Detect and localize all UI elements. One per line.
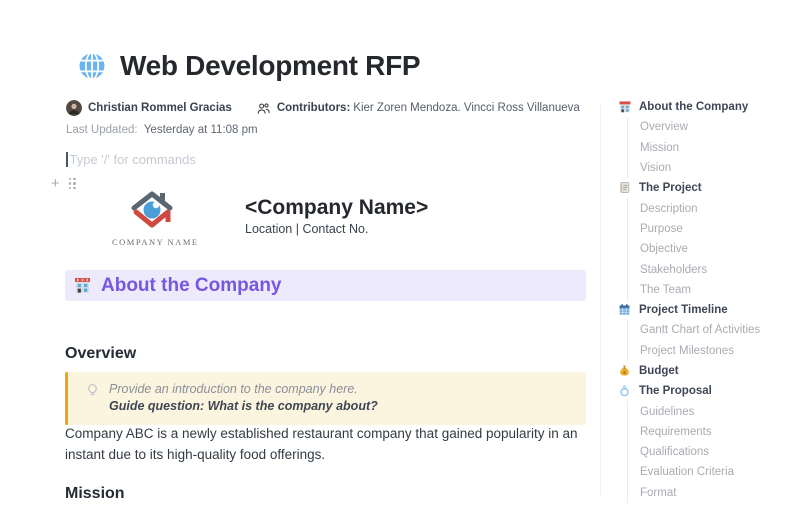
moneybag-icon: $: [618, 364, 632, 378]
people-icon: [256, 101, 271, 116]
meta-row: Christian Rommel Gracias Contributors: K…: [66, 100, 580, 116]
company-name-text: <Company Name>: [245, 196, 428, 220]
lightbulb-icon: [86, 383, 99, 396]
toc-item-objective[interactable]: Objective: [627, 239, 796, 259]
store-icon: [618, 100, 632, 114]
toc-item-stakeholders[interactable]: Stakeholders: [627, 259, 796, 279]
contributors-label: Contributors:: [277, 102, 350, 114]
company-logo-block: COMPANY NAME: [112, 188, 192, 247]
ring-icon: [618, 384, 632, 398]
block-tools: +: [51, 176, 76, 191]
toc-item-evaluation-criteria[interactable]: Evaluation Criteria: [627, 462, 796, 482]
page-title-row: Web Development RFP: [76, 50, 420, 82]
add-block-button[interactable]: +: [51, 176, 60, 191]
about-company-heading: About the Company: [101, 275, 282, 297]
company-subtitle: Location | Contact No.: [245, 222, 368, 236]
callout-line1: Provide an introduction to the company h…: [109, 381, 378, 398]
last-updated-label: Last Updated:: [66, 124, 138, 136]
toc-item-project-timeline[interactable]: Project Timeline: [618, 300, 796, 320]
calendar-icon: [618, 303, 632, 317]
toc-item-requirements[interactable]: Requirements: [627, 422, 796, 442]
toc-item-mission[interactable]: Mission: [627, 138, 796, 158]
mission-heading: Mission: [65, 485, 125, 503]
store-icon: [73, 276, 92, 295]
toc-item-budget[interactable]: $ Budget: [618, 361, 796, 381]
toc-item-vision[interactable]: Vision: [627, 158, 796, 178]
table-of-contents: About the Company Overview Mission Visio…: [618, 97, 796, 503]
house-logo-icon: [124, 217, 180, 234]
callout-line2: Guide question: What is the company abou…: [109, 398, 378, 415]
avatar: [66, 100, 82, 116]
editor-placeholder-line[interactable]: Type '/' for commands: [66, 152, 196, 167]
toc-item-guidelines[interactable]: Guidelines: [627, 401, 796, 421]
overview-paragraph: Company ABC is a newly established resta…: [65, 423, 586, 465]
svg-text:$: $: [623, 370, 626, 375]
author-name: Christian Rommel Gracias: [88, 102, 232, 114]
rfp-document-page: Web Development RFP Christian Rommel Gra…: [0, 0, 800, 505]
last-updated: Last Updated: Yesterday at 11:08 pm: [66, 124, 258, 136]
text-caret: [66, 152, 68, 167]
toc-item-qualifications[interactable]: Qualifications: [627, 442, 796, 462]
editor-placeholder[interactable]: Type '/' for commands: [70, 152, 196, 167]
drag-handle-icon[interactable]: [69, 178, 76, 190]
toc-item-the-project[interactable]: The Project: [618, 178, 796, 198]
guide-callout: Provide an introduction to the company h…: [65, 372, 586, 425]
toc-item-the-team[interactable]: The Team: [627, 280, 796, 300]
contributors-names: Kier Zoren Mendoza. Vincci Ross Villanue…: [353, 102, 580, 114]
toc-item-format[interactable]: Format: [627, 483, 796, 503]
toc-item-description[interactable]: Description: [627, 198, 796, 218]
about-company-banner: About the Company: [65, 270, 586, 301]
logo-caption: COMPANY NAME: [112, 237, 192, 247]
toc-item-purpose[interactable]: Purpose: [627, 219, 796, 239]
toc-item-project-milestones[interactable]: Project Milestones: [627, 341, 796, 361]
page-title: Web Development RFP: [120, 50, 420, 82]
last-updated-value: Yesterday at 11:08 pm: [144, 124, 258, 136]
toc-divider: [600, 104, 601, 495]
overview-heading: Overview: [65, 345, 136, 363]
toc-item-the-proposal[interactable]: The Proposal: [618, 381, 796, 401]
globe-icon: [76, 50, 108, 82]
toc-item-about-the-company[interactable]: About the Company: [618, 97, 796, 117]
toc-item-overview[interactable]: Overview: [627, 117, 796, 137]
toc-item-gantt-chart-of-activities[interactable]: Gantt Chart of Activities: [627, 320, 796, 340]
notepad-icon: [618, 181, 632, 195]
